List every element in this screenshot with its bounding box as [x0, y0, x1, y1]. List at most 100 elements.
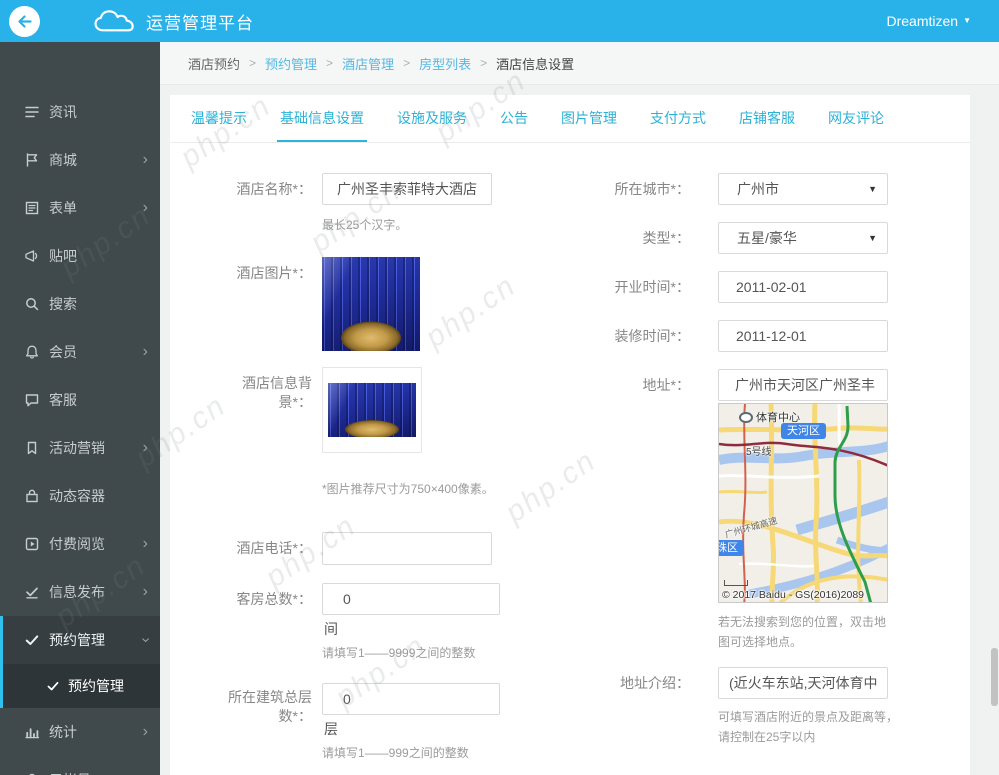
hotel-bg-thumb[interactable] — [322, 367, 422, 453]
tab-images[interactable]: 图片管理 — [558, 95, 620, 142]
chevron-right-icon: › — [142, 583, 148, 600]
map-district-badge: 天河区 — [781, 423, 826, 439]
page-scrollbar-thumb[interactable] — [991, 648, 998, 706]
renovate-date-label: 装修时间*： — [614, 328, 690, 344]
breadcrumb-link-hotel-mgmt[interactable]: 酒店管理 — [342, 54, 394, 73]
address-intro-input[interactable] — [718, 667, 888, 699]
select-caret-icon: ▼ — [868, 233, 877, 243]
sidebar-item-tieba[interactable]: 贴吧 — [0, 232, 160, 280]
app-title: 运营管理平台 — [146, 13, 254, 33]
sidebar-item-support[interactable]: 客服 — [0, 376, 160, 424]
tab-comments[interactable]: 网友评论 — [825, 95, 887, 142]
breadcrumb: 酒店预约 > 预约管理 > 酒店管理 > 房型列表 > 酒店信息设置 — [160, 42, 999, 85]
hotel-phone-input[interactable] — [322, 532, 492, 565]
sidebar-item-search[interactable]: 搜索 — [0, 280, 160, 328]
tab-payment[interactable]: 支付方式 — [647, 95, 709, 142]
user-menu[interactable]: Dreamtizen ▼ — [886, 13, 971, 29]
hotel-bg-photo — [328, 383, 416, 437]
marketing-icon — [24, 440, 40, 456]
map-hint: 若无法搜索到您的位置，双击地图可选择地点。 — [718, 615, 887, 649]
sidebar-item-subaccount[interactable]: 子帐号 — [0, 756, 160, 775]
tab-tips[interactable]: 温馨提示 — [188, 95, 250, 142]
type-select[interactable]: 五星/豪华 ▼ — [718, 222, 888, 254]
caret-down-icon: ▼ — [963, 16, 971, 25]
form-icon — [24, 200, 40, 216]
sidebar-item-publishing[interactable]: 信息发布 › — [0, 568, 160, 616]
chevron-right-icon: › — [142, 343, 148, 360]
hotel-bg-label: 酒店信息背景*： — [242, 375, 312, 410]
chevron-right-icon: › — [142, 199, 148, 216]
app-logo: 运营管理平台 — [92, 8, 254, 35]
hotel-name-input[interactable] — [322, 173, 492, 205]
room-count-input[interactable] — [322, 583, 500, 615]
map-copyright: © 2017 Baidu - GS(2016)2089 — [722, 589, 864, 601]
chevron-right-icon: › — [142, 439, 148, 456]
chevron-right-icon: › — [142, 151, 148, 168]
sidebar-item-container[interactable]: 动态容器 — [0, 472, 160, 520]
sidebar-item-members[interactable]: 会员 › — [0, 328, 160, 376]
sidebar-item-news[interactable]: 资讯 — [0, 88, 160, 136]
city-label: 所在城市*： — [614, 181, 690, 197]
sidebar-item-mall[interactable]: 商城 › — [0, 136, 160, 184]
sidebar-item-stats[interactable]: 统计 › — [0, 708, 160, 756]
breadcrumb-separator: > — [326, 56, 334, 70]
sidebar-item-paid-reading[interactable]: 付费阅览 › — [0, 520, 160, 568]
floor-count-input[interactable] — [322, 683, 500, 715]
city-select[interactable]: 广州市 ▼ — [718, 173, 888, 205]
megaphone-icon — [24, 248, 40, 264]
chevron-down-icon: › — [137, 637, 155, 643]
news-icon — [24, 104, 40, 120]
container-icon — [24, 488, 40, 504]
hotel-image-label: 酒店图片*： — [236, 265, 312, 281]
back-button[interactable] — [9, 5, 40, 37]
open-date-input[interactable] — [718, 271, 888, 303]
floor-count-label: 所在建筑总层数*： — [228, 689, 312, 724]
room-count-unit: 间 — [324, 621, 338, 637]
mall-icon — [24, 152, 40, 168]
sidebar-item-booking-mgmt[interactable]: 预约管理 › — [3, 616, 160, 664]
hotel-image-thumb[interactable] — [322, 257, 420, 351]
settings-card: 温馨提示 基础信息设置 设施及服务 公告 图片管理 支付方式 店铺客服 网友评论… — [170, 95, 970, 775]
booking-check-icon — [46, 679, 60, 693]
chevron-right-icon: › — [142, 723, 148, 740]
renovate-date-input[interactable] — [718, 320, 888, 352]
user-name: Dreamtizen — [886, 13, 959, 29]
chat-icon — [24, 392, 40, 408]
map-scale-bar — [724, 580, 748, 586]
stats-icon — [24, 724, 40, 740]
address-input[interactable] — [718, 369, 888, 401]
floor-count-hint: 请填写1——999之间的整数 — [322, 746, 469, 760]
room-count-hint: 请填写1——9999之间的整数 — [322, 646, 476, 660]
back-arrow-icon — [17, 14, 32, 28]
baidu-map[interactable]: 体育中心 天河区 5号线 珠区 广州环城高速 © 2017 Baidu - GS… — [718, 403, 888, 603]
tab-basic-info[interactable]: 基础信息设置 — [277, 95, 367, 142]
publish-icon — [24, 584, 40, 600]
type-label: 类型*： — [642, 230, 690, 246]
cloud-logo-icon — [92, 8, 138, 35]
select-caret-icon: ▼ — [868, 184, 877, 194]
sidebar-subitem-booking-mgmt[interactable]: 预约管理 — [3, 664, 160, 708]
hotel-name-label: 酒店名称*： — [236, 181, 312, 197]
address-intro-hint: 可填写酒店附近的景点及距离等，请控制在25字以内 — [718, 710, 899, 744]
breadcrumb-separator: > — [403, 56, 411, 70]
address-intro-label: 地址介绍： — [620, 675, 690, 691]
sidebar-item-forms[interactable]: 表单 › — [0, 184, 160, 232]
sidebar-item-marketing[interactable]: 活动营销 › — [0, 424, 160, 472]
tab-facilities[interactable]: 设施及服务 — [394, 95, 470, 142]
chevron-right-icon: › — [142, 535, 148, 552]
floor-count-unit: 层 — [324, 721, 338, 737]
content-area: 酒店预约 > 预约管理 > 酒店管理 > 房型列表 > 酒店信息设置 温馨提示 … — [160, 42, 999, 775]
tab-notice[interactable]: 公告 — [497, 95, 531, 142]
app-header: 运营管理平台 Dreamtizen ▼ — [0, 0, 999, 42]
tab-bar: 温馨提示 基础信息设置 设施及服务 公告 图片管理 支付方式 店铺客服 网友评论 — [170, 95, 970, 143]
hotel-bg-hint: *图片推荐尺寸为750×400像素。 — [322, 482, 494, 496]
map-metro-label: 5号线 — [746, 447, 772, 458]
breadcrumb-item: 酒店预约 — [188, 56, 241, 72]
breadcrumb-link-booking[interactable]: 预约管理 — [265, 54, 317, 73]
room-count-label: 客房总数*： — [236, 591, 312, 607]
stadium-icon — [739, 411, 753, 423]
tab-store-service[interactable]: 店铺客服 — [736, 95, 798, 142]
breadcrumb-link-room-list[interactable]: 房型列表 — [419, 54, 471, 73]
breadcrumb-separator: > — [480, 56, 488, 70]
member-icon — [24, 344, 40, 360]
